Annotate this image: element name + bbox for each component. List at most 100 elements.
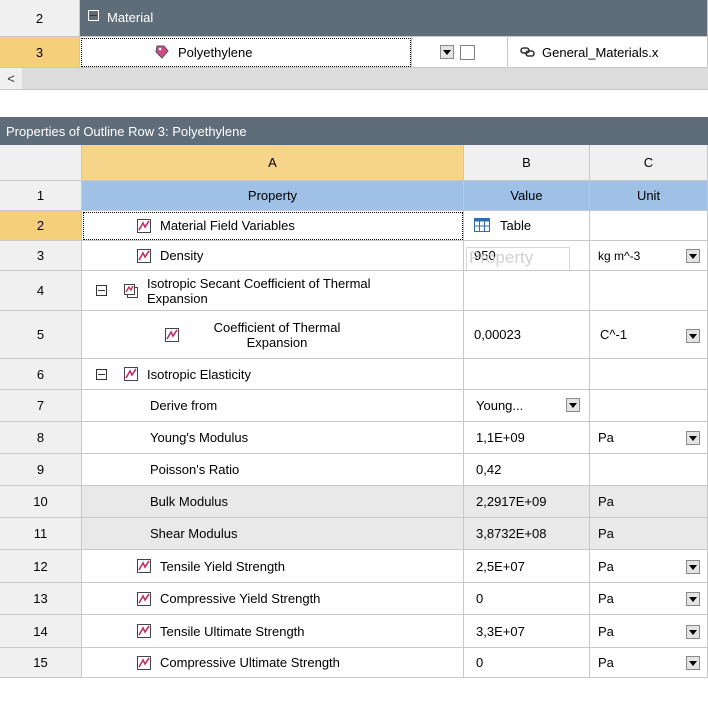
property-compressive-ultimate[interactable]: Compressive Ultimate Strength [82,648,464,678]
scroll-left-button[interactable]: < [0,68,22,89]
property-value[interactable] [464,359,590,390]
property-value[interactable]: 950 Property [464,241,590,271]
row-number[interactable]: 7 [0,390,82,422]
row-number[interactable]: 13 [0,583,82,615]
column-header-a[interactable]: A [82,145,464,181]
property-unit[interactable]: Pa [590,615,708,648]
horizontal-scrollbar[interactable]: < [0,68,708,90]
value-text: 0,00023 [474,327,521,342]
property-value[interactable]: 0 [464,583,590,615]
row-number[interactable]: 3 [0,37,80,68]
material-source-cell[interactable]: General_Materials.x [508,37,708,68]
property-unit[interactable]: Pa [590,583,708,615]
unit-dropdown-button[interactable] [686,329,700,343]
property-value-dropdown[interactable]: Young... [464,390,590,422]
unit-dropdown-button[interactable] [686,592,700,606]
property-unit[interactable] [590,454,708,486]
property-shear-modulus[interactable]: Shear Modulus [82,518,464,550]
property-isotropic-secant-cte[interactable]: Isotropic Secant Coefficient of Thermal … [82,271,464,311]
property-cte[interactable]: Coefficient of Thermal Expansion [82,311,464,359]
row-number[interactable]: 10 [0,486,82,518]
property-value[interactable]: 0,42 [464,454,590,486]
unit-dropdown-button[interactable] [686,656,700,670]
property-unit[interactable] [590,271,708,311]
value-text: 0,42 [476,462,502,477]
property-chart-icon [164,327,180,343]
panel-title-text: Properties of Outline Row 3: Polyethylen… [6,123,247,139]
row-number[interactable]: 3 [0,241,82,271]
property-column-title: Property [82,181,464,211]
value-column-title: Value [464,181,590,211]
outline-material-label: Material [107,10,154,25]
property-value: 2,2917E+09 [464,486,590,518]
row-number[interactable]: 15 [0,648,82,678]
material-options[interactable] [412,37,508,68]
property-density[interactable]: Density [82,241,464,271]
unit-dropdown-button[interactable] [686,431,700,445]
property-value[interactable] [464,271,590,311]
property-unit[interactable] [590,390,708,422]
row-number[interactable]: 2 [0,211,82,241]
outline-row-2[interactable]: 2 Material [0,0,708,37]
row-number[interactable]: 6 [0,359,82,390]
property-value[interactable]: 1,1E+09 [464,422,590,454]
property-chart-icon [136,591,152,607]
outline-polyethylene-cell[interactable]: Polyethylene [80,37,412,68]
property-value[interactable]: 3,3E+07 [464,615,590,648]
row-number[interactable]: 2 [0,0,80,37]
property-unit[interactable] [590,211,708,241]
unit-text: Pa [598,623,614,639]
property-isotropic-elasticity[interactable]: Isotropic Elasticity [82,359,464,390]
property-poissons-ratio[interactable]: Poisson's Ratio [82,454,464,486]
property-name: Young's Modulus [150,430,249,445]
property-compressive-yield[interactable]: Compressive Yield Strength [82,583,464,615]
unit-dropdown-button[interactable] [686,249,700,263]
collapse-icon[interactable] [88,10,99,21]
property-youngs-modulus[interactable]: Young's Modulus [82,422,464,454]
row-number[interactable]: 5 [0,311,82,359]
property-tensile-ultimate[interactable]: Tensile Ultimate Strength [82,615,464,648]
row-number[interactable]: 12 [0,550,82,583]
property-unit[interactable]: C^-1 [590,311,708,359]
property-bulk-modulus[interactable]: Bulk Modulus [82,486,464,518]
value-text: 2,2917E+09 [476,494,547,509]
derive-dropdown-button[interactable] [566,398,580,412]
property-unit[interactable]: Pa [590,648,708,678]
unit-dropdown-button[interactable] [686,560,700,574]
property-name: Derive from [150,398,218,413]
unit-dropdown-button[interactable] [686,625,700,639]
material-dropdown-button[interactable] [440,45,454,59]
value-text: 3,8732E+08 [476,526,547,541]
outline-row-3[interactable]: 3 Polyethylene General_Materials.x [0,37,708,68]
row-number[interactable]: 11 [0,518,82,550]
column-header-b[interactable]: B [464,145,590,181]
property-watermark: Property [466,247,570,270]
row-number[interactable]: 1 [0,181,82,211]
material-checkbox[interactable] [460,45,475,60]
row-number[interactable]: 4 [0,271,82,311]
property-name: Compressive Ultimate Strength [160,655,340,670]
property-unit[interactable]: Pa [590,422,708,454]
property-name: Tensile Ultimate Strength [160,623,305,639]
property-unit[interactable]: kg m^-3 [590,241,708,271]
property-unit[interactable] [590,359,708,390]
properties-grid: A B C 1 Property Value Unit 2 Material F… [0,145,708,717]
property-tensile-yield[interactable]: Tensile Yield Strength [82,550,464,583]
outline-material-header[interactable]: Material [80,0,708,37]
row-number[interactable]: 14 [0,615,82,648]
collapse-icon[interactable] [96,368,107,380]
property-material-field-variables[interactable]: Material Field Variables [82,211,464,241]
row-number[interactable]: 9 [0,454,82,486]
property-value[interactable]: Table [464,211,590,241]
property-value[interactable]: 0 [464,648,590,678]
unit-text: Pa [598,494,614,509]
property-value[interactable]: 0,00023 [464,311,590,359]
unit-text: Pa [598,526,614,541]
row-number[interactable]: 8 [0,422,82,454]
property-derive-from[interactable]: Derive from [82,390,464,422]
property-value[interactable]: 2,5E+07 [464,550,590,583]
value-text: 0 [476,655,484,670]
column-header-c[interactable]: C [590,145,708,181]
property-unit[interactable]: Pa [590,550,708,583]
collapse-icon[interactable] [96,285,107,296]
